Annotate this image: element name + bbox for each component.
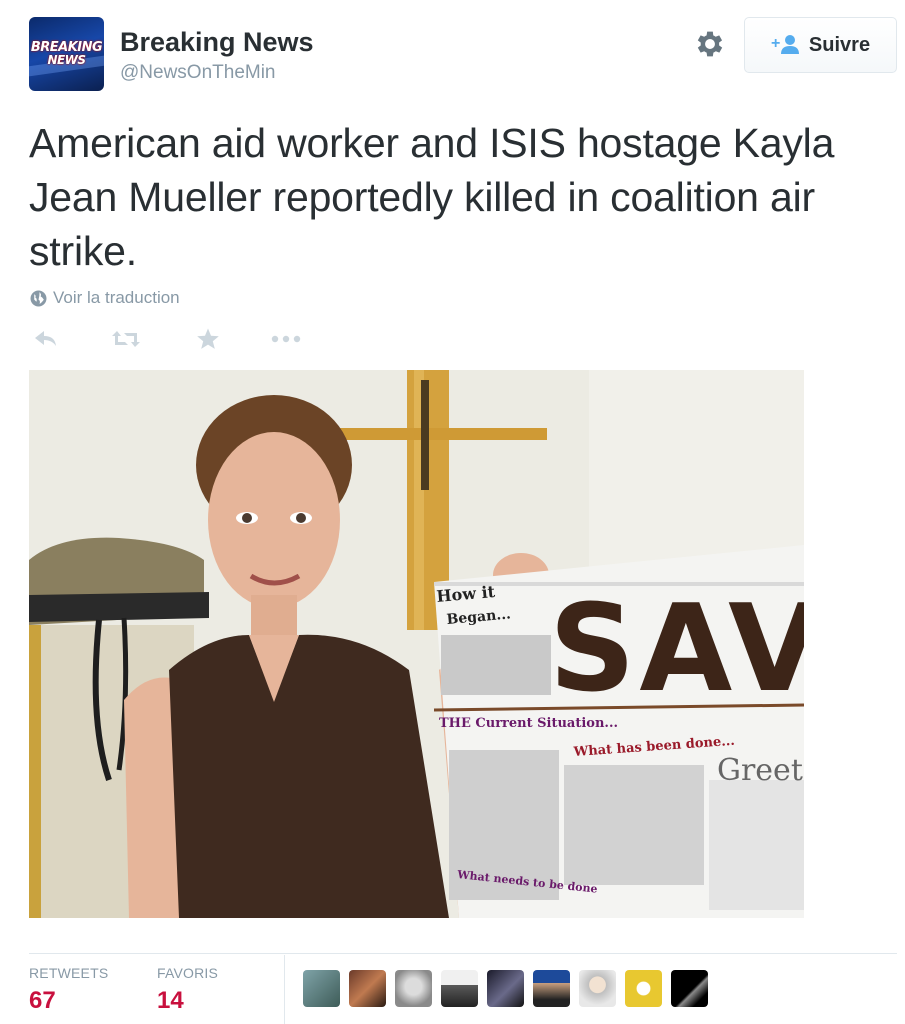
- gear-icon[interactable]: [693, 27, 727, 61]
- poster-text-greet: Greet: [717, 753, 803, 788]
- tweet-photo[interactable]: How it Began... SAV THE Current Situatio…: [29, 370, 804, 918]
- favoriter-avatar[interactable]: [395, 970, 432, 1007]
- screen-name[interactable]: @NewsOnTheMin: [120, 62, 276, 84]
- favorites-count: 14: [157, 987, 184, 1014]
- easel-crossbar: [319, 428, 547, 440]
- retweets-label: RETWEETS: [29, 965, 109, 981]
- favoriter-avatar[interactable]: [671, 970, 708, 1007]
- svg-text:+: +: [771, 35, 780, 52]
- retweet-icon[interactable]: [110, 325, 142, 353]
- favorites-label: FAVORIS: [157, 965, 219, 981]
- translate-label: Voir la traduction: [53, 288, 180, 307]
- follow-button-label: Suivre: [808, 33, 871, 56]
- favoriter-avatar[interactable]: [533, 970, 570, 1007]
- tweet-text: American aid worker and ISIS hostage Kay…: [29, 120, 835, 274]
- favoriter-avatar[interactable]: [349, 970, 386, 1007]
- favoriter-avatar[interactable]: [441, 970, 478, 1007]
- favorites-stat[interactable]: FAVORIS 14: [157, 965, 218, 1015]
- retweets-count: 67: [29, 987, 56, 1014]
- stats-divider: [29, 953, 897, 954]
- avatar-logo-line2: NEWS: [47, 53, 86, 67]
- favoriter-avatar[interactable]: [303, 970, 340, 1007]
- retweets-stat[interactable]: RETWEETS 67: [29, 965, 108, 1015]
- add-user-icon: +: [771, 35, 799, 54]
- follow-button[interactable]: + Suivre: [744, 17, 897, 73]
- poster: How it Began... SAV THE Current Situatio…: [433, 545, 804, 918]
- display-name[interactable]: Breaking News: [120, 27, 314, 58]
- reply-icon[interactable]: [30, 325, 62, 353]
- brown-top: [169, 634, 449, 918]
- poster-text-current: THE Current Situation...: [439, 716, 618, 731]
- favoriter-avatar[interactable]: [579, 970, 616, 1007]
- favoriter-avatar[interactable]: [487, 970, 524, 1007]
- favoriter-avatars: [303, 970, 708, 1007]
- tweet-header: BREAKING NEWS Breaking News @NewsOnTheMi…: [29, 17, 897, 93]
- favoriter-avatar[interactable]: [625, 970, 662, 1007]
- more-icon[interactable]: [270, 325, 302, 353]
- avatar[interactable]: BREAKING NEWS: [29, 17, 104, 91]
- globe-icon: [30, 290, 47, 306]
- stats-vertical-divider: [284, 955, 285, 1024]
- star-icon[interactable]: [192, 325, 224, 353]
- poster-text-save: SAV: [549, 580, 804, 719]
- translate-link[interactable]: Voir la traduction: [30, 288, 180, 308]
